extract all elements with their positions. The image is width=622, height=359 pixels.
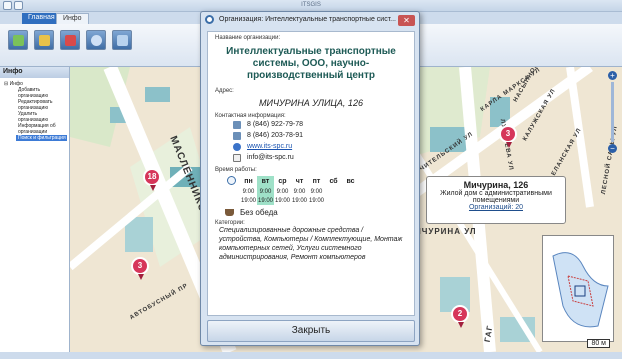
categories-text: Специализированные дорожные средства / у… <box>219 227 403 261</box>
zoom-slider[interactable] <box>611 82 614 142</box>
open-time: 9:00 <box>310 188 323 195</box>
zoom-out-button[interactable]: − <box>608 144 617 153</box>
callout-subtitle: Жилой дом с административными помещениям… <box>440 190 552 204</box>
day-tue: вт <box>257 176 274 187</box>
phone-icon <box>233 120 241 129</box>
info-panel: Инфо ⊟ Инфо Добавить организацию Редакти… <box>0 67 70 352</box>
organization-dialog: Организация: Интеллектуальные транспортн… <box>200 11 420 346</box>
info-panel-title: Инфо <box>0 67 69 78</box>
name-label: Название организации: <box>215 35 281 41</box>
lunch-info: Без обеда <box>225 208 407 217</box>
edit-icon <box>39 35 50 46</box>
callout-link[interactable]: Организаций: 20 <box>431 204 561 211</box>
callout-title: Мичурина, 126 <box>463 180 529 190</box>
close-time: 19:00 <box>308 197 324 204</box>
lunch-text: Без обеда <box>240 208 278 217</box>
close-time: 19:00 <box>291 197 307 204</box>
close-time: 19:00 <box>240 197 256 204</box>
app-title: ITSGIS <box>301 2 321 8</box>
map-marker[interactable]: 3 <box>131 257 149 280</box>
day-fri: пт <box>312 178 321 185</box>
close-time: 19:00 <box>274 197 290 204</box>
map-callout: Мичурина, 126 Жилой дом с административн… <box>426 176 566 224</box>
add-organization-button[interactable] <box>8 30 28 50</box>
gear-icon <box>205 15 214 24</box>
organization-info-button[interactable] <box>86 30 106 50</box>
organization-name: Интеллектуальные транспортные системы, О… <box>226 46 396 81</box>
day-sun: вс <box>346 178 355 185</box>
tree-item-add[interactable]: Добавить организацию <box>2 87 67 99</box>
close-button[interactable]: Закрыть <box>207 320 415 342</box>
tab-info[interactable]: Инфо <box>56 13 89 24</box>
organization-address: МИЧУРИНА УЛИЦА, 126 <box>259 98 363 108</box>
map-scale: 80 м <box>587 339 610 348</box>
open-time: 9:00 <box>293 188 306 195</box>
tree-item-edit[interactable]: Редактировать организацию <box>2 99 67 111</box>
delete-organization-button[interactable] <box>60 30 80 50</box>
add-icon <box>13 35 24 46</box>
overview-minimap[interactable] <box>542 235 614 342</box>
address-label: Адрес: <box>215 88 234 94</box>
schedule-table: пн вт ср чт пт сб вс 9:00 9:00 9:00 9:00… <box>223 176 359 205</box>
phone-number: 8 (846) 922-79-78 <box>247 121 304 128</box>
zoom-in-button[interactable]: + <box>608 71 617 80</box>
map-marker[interactable]: 2 <box>451 305 469 328</box>
tree-item-delete[interactable]: Удалить организацию <box>2 111 67 123</box>
contact-row: www.its-spc.ru <box>215 141 407 152</box>
edit-organization-button[interactable] <box>34 30 54 50</box>
dialog-body: Название организации: Интеллектуальные т… <box>207 31 415 316</box>
contact-row: 8 (846) 922-79-78 <box>215 119 407 130</box>
contact-row: info@its-spc.ru <box>215 152 407 163</box>
close-time: 19:00 <box>257 196 274 205</box>
search-filter-button[interactable] <box>112 30 132 50</box>
tree-item-search[interactable]: Поиск и фильтрация <box>16 135 67 141</box>
hours-label: Время работы: <box>215 167 257 173</box>
info-icon <box>91 35 102 46</box>
day-mon: пн <box>244 178 253 185</box>
dialog-title: Организация: Интеллектуальные транспортн… <box>219 16 396 23</box>
day-wed: ср <box>278 178 287 185</box>
street-label: ИЧУРИНА УЛ <box>415 227 477 236</box>
filter-icon <box>117 35 128 46</box>
contact-row: 8 (846) 203-78-91 <box>215 130 407 141</box>
info-tree: ⊟ Инфо Добавить организацию Редактироват… <box>0 78 69 144</box>
tree-item-info[interactable]: Информация об организации <box>2 123 67 135</box>
cup-icon <box>225 209 234 216</box>
phone-icon <box>233 131 241 140</box>
delete-icon <box>65 35 76 46</box>
open-time: 9:00 <box>257 187 274 196</box>
status-bar <box>0 352 622 359</box>
day-thu: чт <box>295 178 304 185</box>
schedule-clock-cell <box>223 176 240 187</box>
minimap-drawing <box>543 236 613 341</box>
open-time: 9:00 <box>276 188 289 195</box>
mail-icon <box>233 153 241 162</box>
zoom-control: + − <box>608 71 617 166</box>
phone-number: 8 (846) 203-78-91 <box>247 132 304 139</box>
dialog-titlebar: Организация: Интеллектуальные транспортн… <box>201 12 419 29</box>
day-sat: сб <box>329 178 338 185</box>
email: info@its-spc.ru <box>247 154 294 161</box>
tab-main[interactable]: Главная <box>22 13 61 24</box>
map-marker[interactable]: 18 <box>143 168 161 191</box>
open-time: 9:00 <box>242 188 255 195</box>
globe-icon <box>233 142 241 151</box>
close-icon[interactable]: ✕ <box>398 15 415 26</box>
website-link[interactable]: www.its-spc.ru <box>247 143 292 150</box>
map-marker[interactable]: 3 <box>499 125 517 148</box>
clock-icon <box>227 176 236 185</box>
